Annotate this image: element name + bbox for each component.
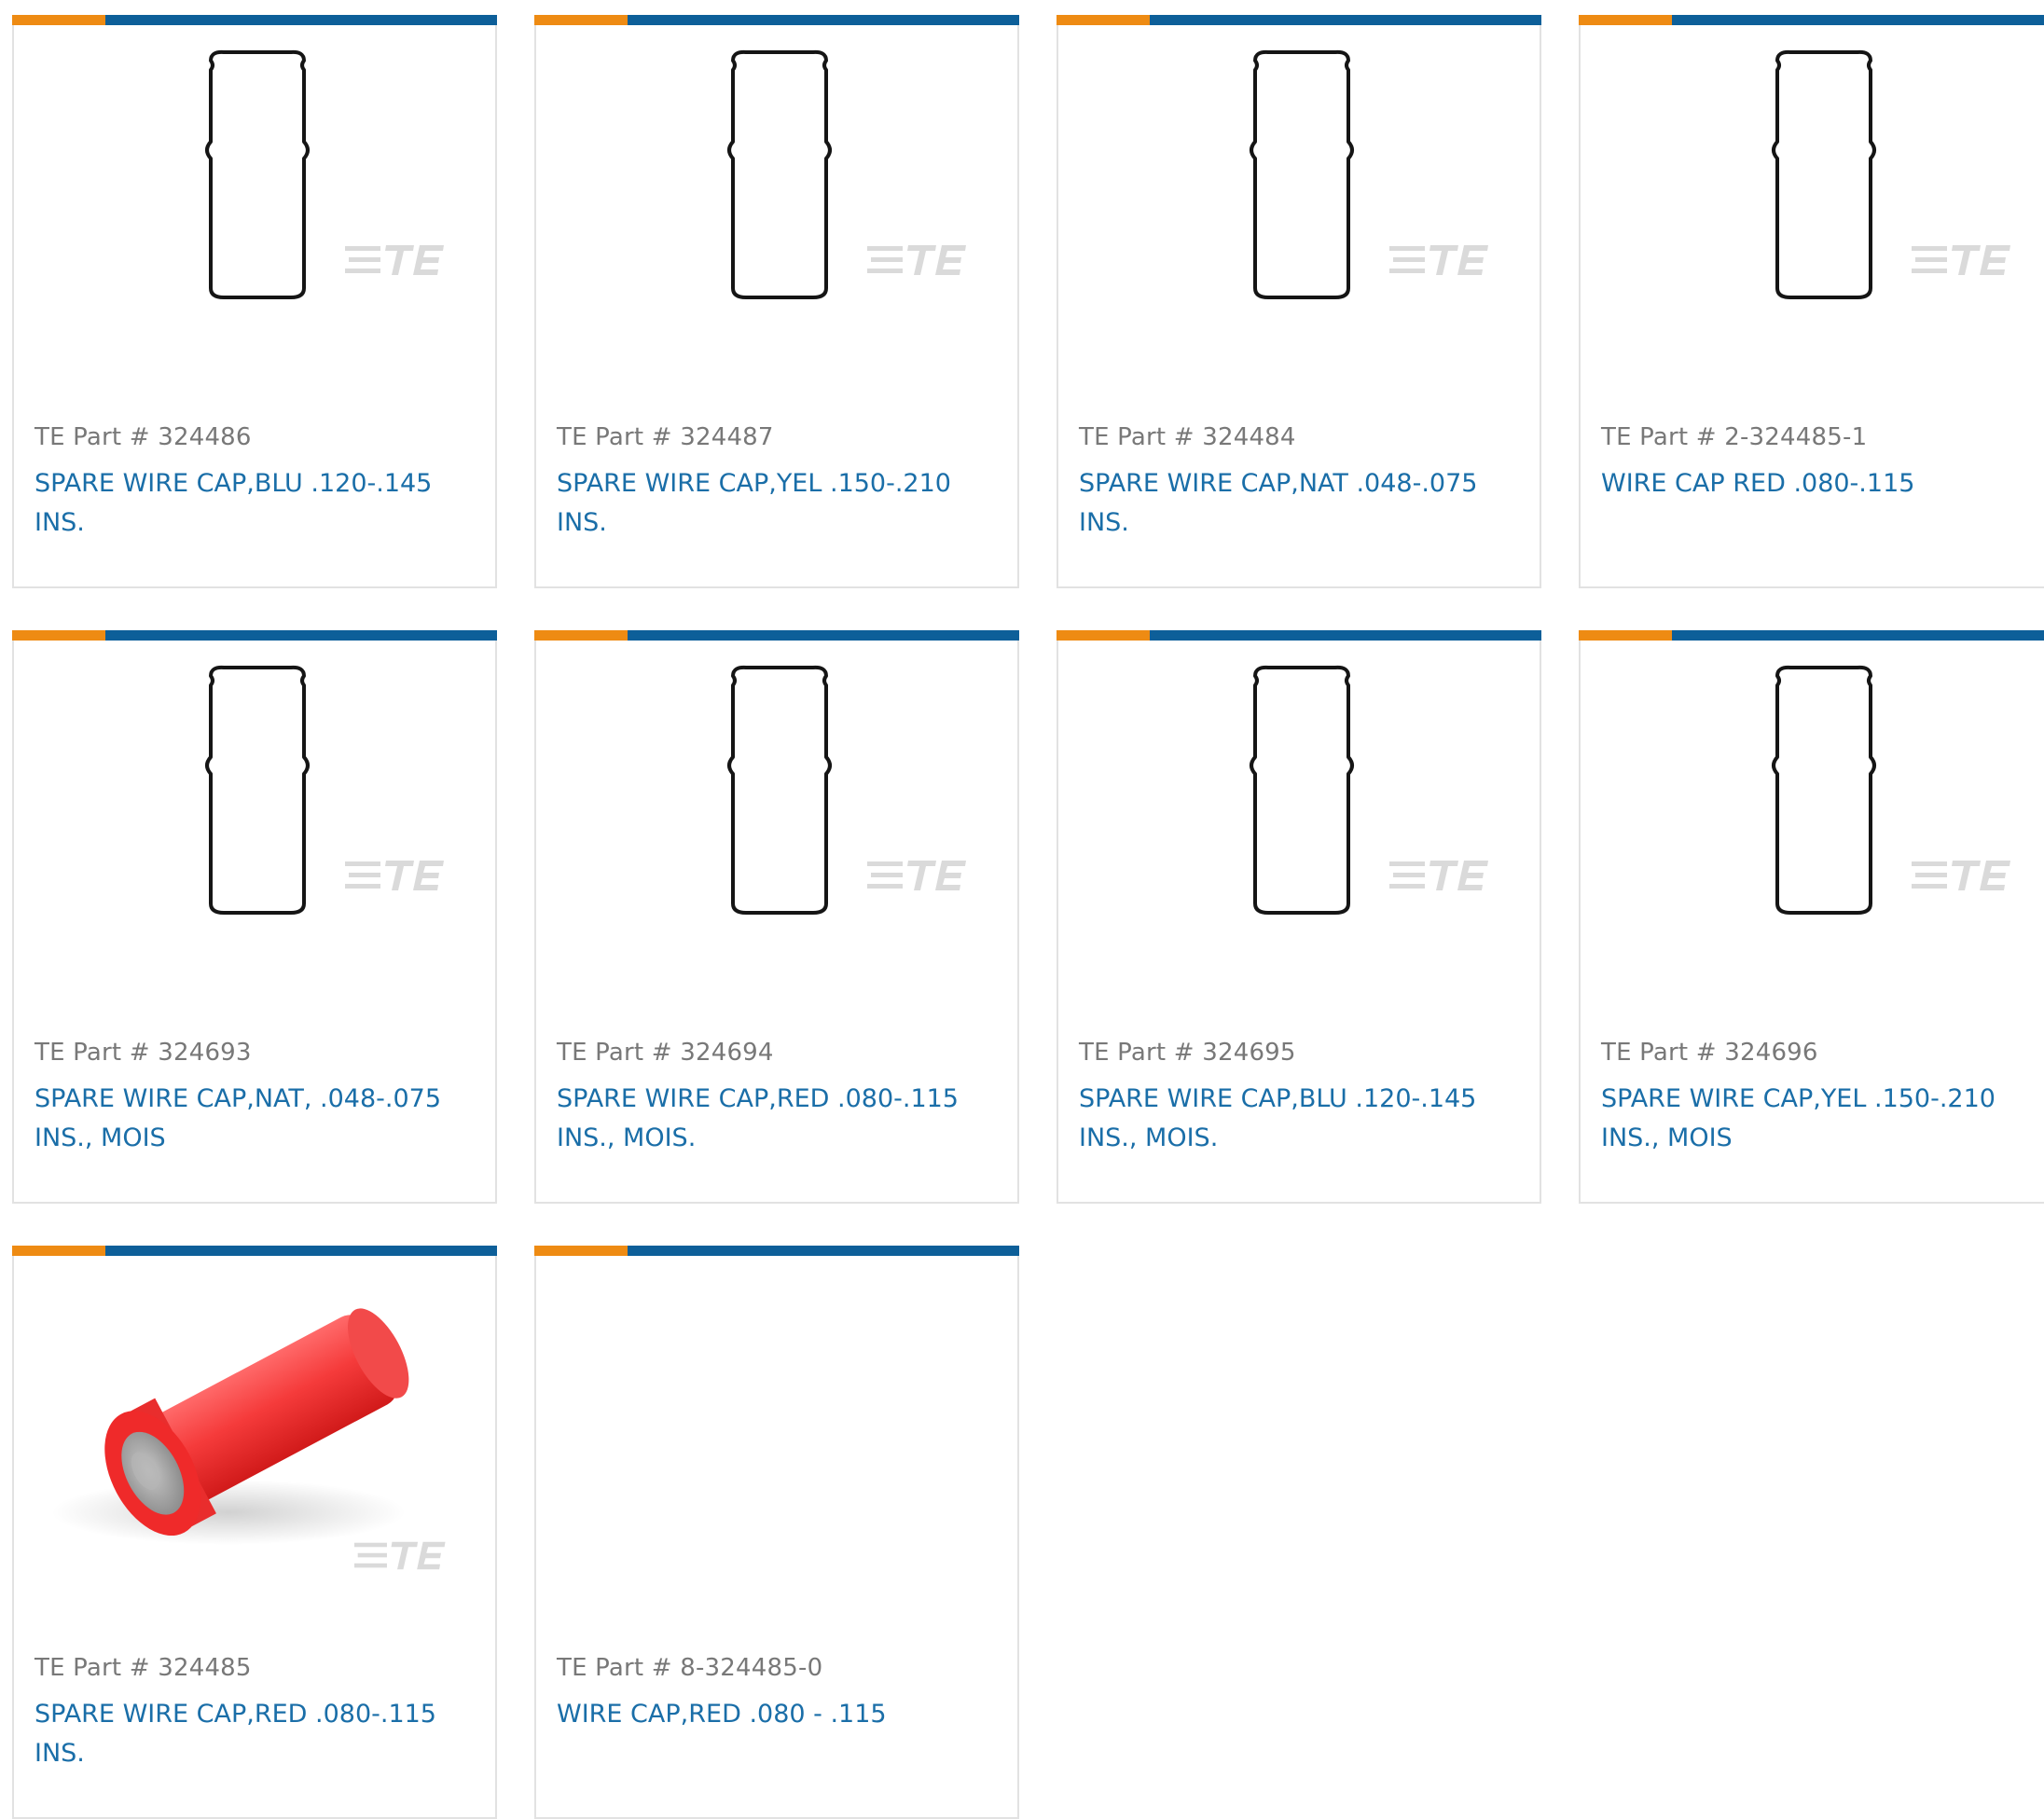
part-number: TE Part # 324487 xyxy=(557,423,774,451)
card-accent-bar xyxy=(1579,630,2044,641)
product-card[interactable]: TE Part # 324484 SPARE WIRE CAP,NAT .048… xyxy=(1057,15,1541,588)
card-accent-bar xyxy=(534,630,1019,641)
part-number: TE Part # 324694 xyxy=(557,1039,774,1067)
part-number: TE Part # 324484 xyxy=(1079,423,1296,451)
part-number: TE Part # 2-324485-1 xyxy=(1601,423,1868,451)
te-logo-watermark xyxy=(345,861,444,890)
product-card[interactable]: TE Part # 324696 SPARE WIRE CAP,YEL .150… xyxy=(1579,630,2044,1204)
te-logo-watermark xyxy=(345,245,444,275)
product-card[interactable]: TE Part # 324487 SPARE WIRE CAP,YEL .150… xyxy=(534,15,1019,588)
wire-cap-outline-drawing xyxy=(1772,665,1876,915)
te-logo-watermark xyxy=(354,1541,446,1570)
wire-cap-outline-drawing xyxy=(727,665,832,915)
wire-cap-outline-drawing xyxy=(205,665,310,915)
product-description-link[interactable]: WIRE CAP RED .080-.115 xyxy=(1601,464,2044,503)
wire-cap-outline-drawing xyxy=(727,49,832,299)
part-number: TE Part # 324486 xyxy=(35,423,252,451)
card-accent-bar xyxy=(1579,15,2044,25)
te-logo-watermark xyxy=(867,861,966,890)
part-number: TE Part # 324695 xyxy=(1079,1039,1296,1067)
product-image[interactable] xyxy=(1058,25,1540,393)
te-logo-watermark xyxy=(1912,245,2010,275)
wire-cap-outline-drawing xyxy=(1250,665,1354,915)
card-accent-bar xyxy=(12,15,497,25)
product-image[interactable] xyxy=(1581,25,2044,393)
product-card[interactable]: TE Part # 324695 SPARE WIRE CAP,BLU .120… xyxy=(1057,630,1541,1204)
product-image[interactable] xyxy=(1581,641,2044,1009)
product-card[interactable]: TE Part # 2-324485-1 WIRE CAP RED .080-.… xyxy=(1579,15,2044,588)
product-image[interactable] xyxy=(14,1256,495,1624)
product-card[interactable]: TE Part # 324694 SPARE WIRE CAP,RED .080… xyxy=(534,630,1019,1204)
product-card[interactable]: TE Part # 8-324485-0 WIRE CAP,RED .080 -… xyxy=(534,1246,1019,1819)
product-image[interactable] xyxy=(14,641,495,1009)
card-accent-bar xyxy=(1057,630,1541,641)
product-description-link[interactable]: SPARE WIRE CAP,RED .080-.115 INS. xyxy=(35,1695,482,1773)
product-description-link[interactable]: WIRE CAP,RED .080 - .115 xyxy=(557,1695,1004,1734)
part-number: TE Part # 324693 xyxy=(35,1039,252,1067)
wire-cap-outline-drawing xyxy=(1250,49,1354,299)
product-card[interactable]: TE Part # 324485 SPARE WIRE CAP,RED .080… xyxy=(12,1246,497,1819)
te-logo-watermark xyxy=(1389,245,1488,275)
product-description-link[interactable]: SPARE WIRE CAP,RED .080-.115 INS., MOIS. xyxy=(557,1080,1004,1158)
te-logo-watermark xyxy=(1389,861,1488,890)
product-description-link[interactable]: SPARE WIRE CAP,BLU .120-.145 INS., MOIS. xyxy=(1079,1080,1526,1158)
part-number: TE Part # 324696 xyxy=(1601,1039,1818,1067)
wire-cap-outline-drawing xyxy=(1772,49,1876,299)
card-accent-bar xyxy=(534,1246,1019,1256)
wire-cap-outline-drawing xyxy=(205,49,310,299)
card-accent-bar xyxy=(534,15,1019,25)
te-logo-watermark xyxy=(867,245,966,275)
product-card[interactable]: TE Part # 324486 SPARE WIRE CAP,BLU .120… xyxy=(12,15,497,588)
product-grid: TE Part # 324486 SPARE WIRE CAP,BLU .120… xyxy=(12,15,2044,1819)
product-description-link[interactable]: SPARE WIRE CAP,BLU .120-.145 INS. xyxy=(35,464,482,543)
card-accent-bar xyxy=(12,630,497,641)
product-description-link[interactable]: SPARE WIRE CAP,NAT .048-.075 INS. xyxy=(1079,464,1526,543)
product-image[interactable] xyxy=(536,641,1017,1009)
product-card[interactable]: TE Part # 324693 SPARE WIRE CAP,NAT, .04… xyxy=(12,630,497,1204)
card-accent-bar xyxy=(1057,15,1541,25)
product-image[interactable] xyxy=(1058,641,1540,1009)
te-logo-watermark xyxy=(1912,861,2010,890)
part-number: TE Part # 8-324485-0 xyxy=(557,1654,823,1682)
product-image-empty[interactable] xyxy=(536,1256,1017,1624)
product-image[interactable] xyxy=(14,25,495,393)
product-image[interactable] xyxy=(536,25,1017,393)
card-accent-bar xyxy=(12,1246,497,1256)
product-description-link[interactable]: SPARE WIRE CAP,YEL .150-.210 INS., MOIS xyxy=(1601,1080,2044,1158)
product-description-link[interactable]: SPARE WIRE CAP,YEL .150-.210 INS. xyxy=(557,464,1004,543)
product-description-link[interactable]: SPARE WIRE CAP,NAT, .048-.075 INS., MOIS xyxy=(35,1080,482,1158)
part-number: TE Part # 324485 xyxy=(35,1654,252,1682)
